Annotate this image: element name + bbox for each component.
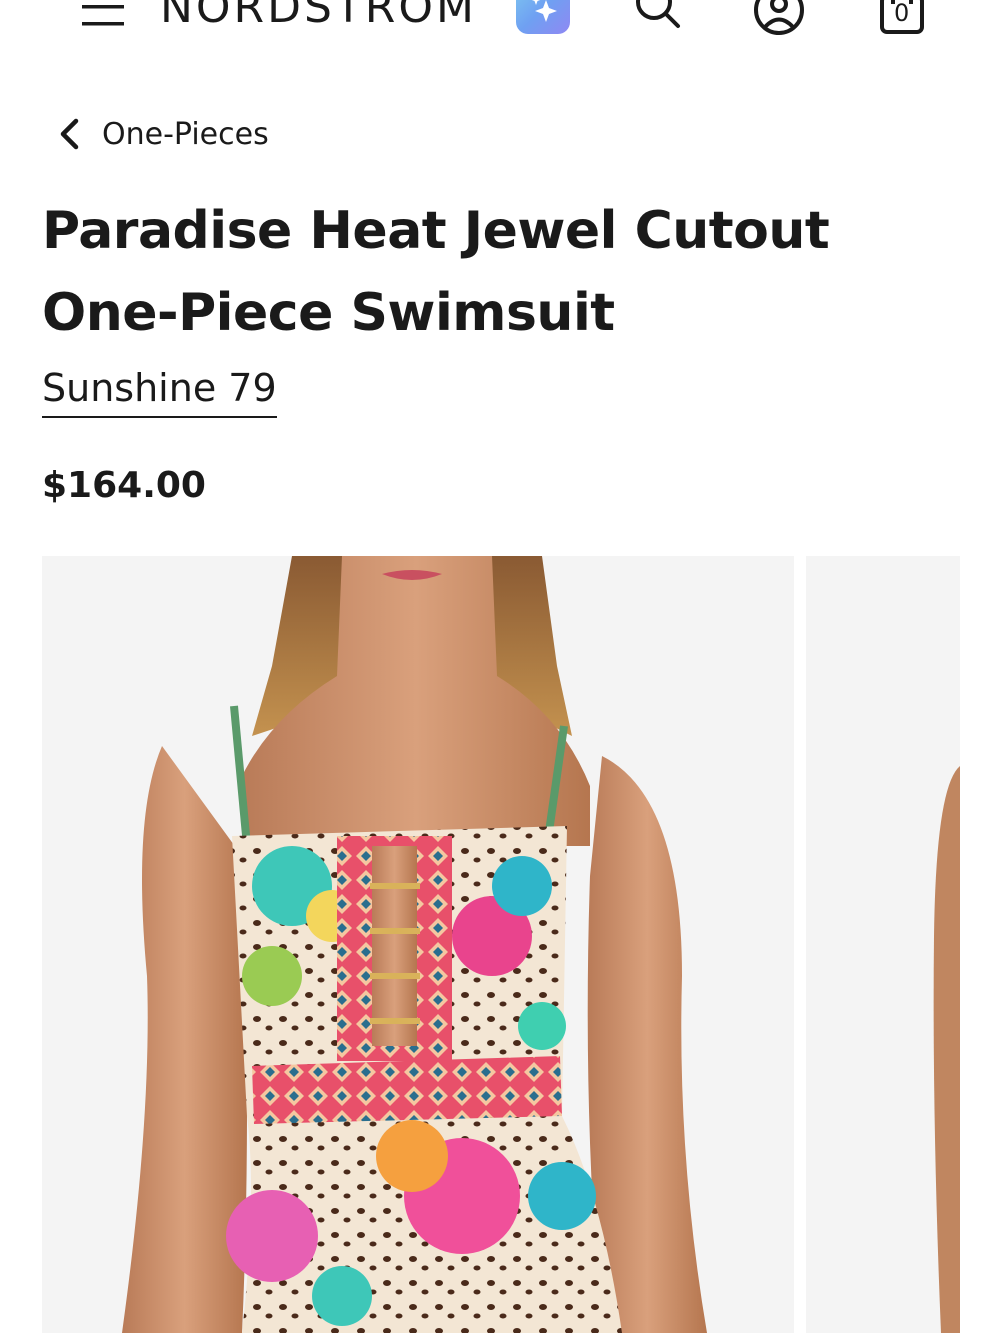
top-header: NORDSTROM 0 — [0, 0, 1000, 60]
product-price: $164.00 — [42, 465, 206, 506]
product-title: Paradise Heat Jewel Cutout One-Piece Swi… — [42, 201, 830, 343]
shopping-bag-icon[interactable]: 0 — [876, 0, 928, 36]
breadcrumb-back-link[interactable]: One-Pieces — [56, 112, 269, 156]
chevron-left-icon — [60, 118, 79, 150]
product-image-main[interactable] — [42, 556, 794, 1333]
search-icon[interactable] — [630, 0, 684, 34]
breadcrumb-label: One-Pieces — [102, 116, 269, 152]
product-page: NORDSTROM 0 One-Pieces Paradise Heat Jew… — [0, 0, 1000, 1333]
product-image-carousel[interactable] — [42, 556, 1000, 1333]
nordstrom-logo[interactable]: NORDSTROM — [160, 0, 477, 38]
product-image-next[interactable] — [806, 556, 960, 1333]
ai-sparkle-icon[interactable] — [516, 0, 570, 34]
menu-icon[interactable] — [82, 0, 124, 30]
brand-link[interactable]: Sunshine 79 — [42, 362, 277, 418]
account-icon[interactable] — [752, 0, 806, 36]
cart-count-badge: 0 — [894, 0, 910, 27]
